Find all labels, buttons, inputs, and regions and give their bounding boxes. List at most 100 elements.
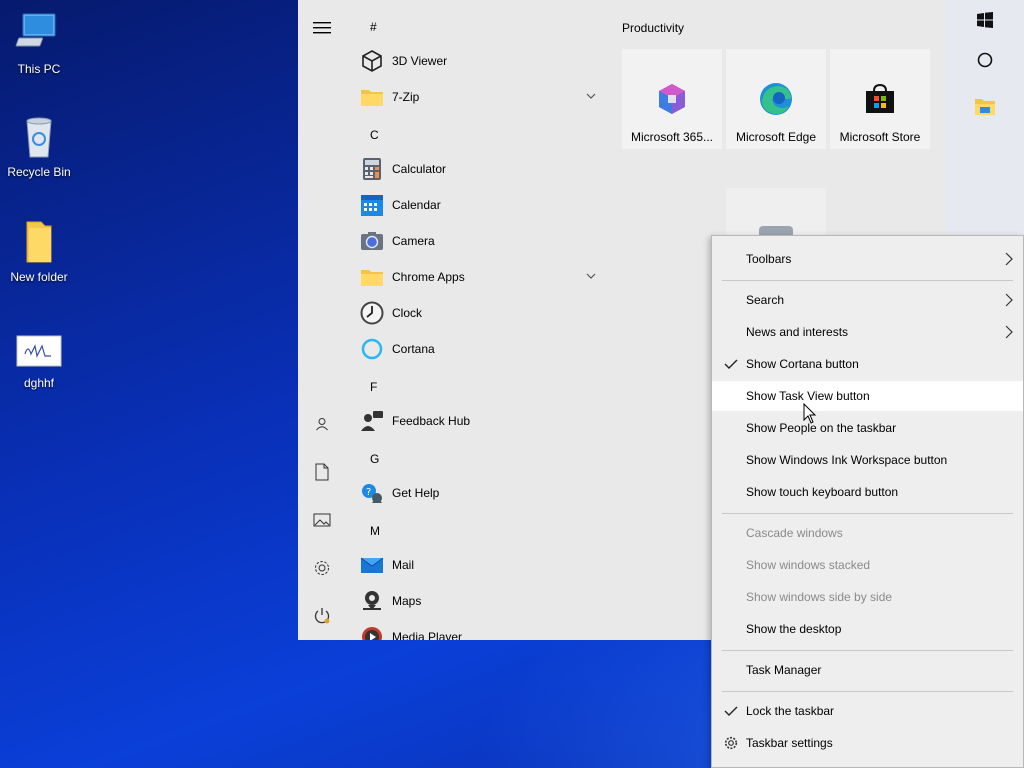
menu-separator	[722, 513, 1013, 514]
app-item-clock[interactable]: Clock	[360, 295, 610, 331]
desktop-icon-label: dghhf	[23, 376, 55, 390]
menu-item-show-task-view-button[interactable]: Show Task View button	[712, 381, 1023, 411]
desktop-icon-label: New folder	[10, 270, 68, 284]
app-item-label: Chrome Apps	[392, 270, 465, 284]
menu-item-search[interactable]: Search	[712, 285, 1023, 315]
tile-group-title[interactable]: Productivity	[622, 21, 684, 35]
app-item-label: Calendar	[392, 198, 441, 212]
app-item-media-player[interactable]: Media Player	[360, 619, 610, 640]
menu-item-label: Show Task View button	[746, 389, 870, 403]
desktop-icon-this-pc[interactable]: This PC	[0, 10, 78, 76]
app-list-letter[interactable]: #	[370, 20, 377, 34]
app-item-label: 7-Zip	[392, 90, 420, 104]
windows-start-icon[interactable]	[970, 5, 1000, 35]
menu-item-news-and-interests[interactable]: News and interests	[712, 317, 1023, 347]
gear-icon	[724, 736, 738, 750]
cortana-icon	[360, 337, 384, 361]
menu-item-label: Show Cortana button	[746, 357, 859, 371]
menu-item-task-manager[interactable]: Task Manager	[712, 655, 1023, 685]
tile-partial[interactable]	[726, 188, 826, 235]
file-explorer-icon[interactable]	[970, 91, 1000, 121]
menu-separator	[722, 280, 1013, 281]
menu-item-label: Show windows stacked	[746, 558, 871, 572]
app-item-mail[interactable]: Mail	[360, 547, 610, 583]
menu-item-label: Show the desktop	[746, 622, 842, 636]
desktop-icon-recycle-bin[interactable]: Recycle Bin	[0, 113, 78, 179]
app-item-get-help[interactable]: ? Get Help	[360, 475, 610, 511]
app-item-label: Cortana	[392, 342, 435, 356]
hamburger-icon[interactable]	[310, 16, 334, 40]
app-list-letter[interactable]: M	[370, 524, 380, 538]
menu-item-cascade-windows[interactable]: Cascade windows	[712, 518, 1023, 548]
start-rail	[298, 0, 346, 640]
camera-icon	[759, 226, 793, 235]
desktop-icon-new-folder[interactable]: New folder	[0, 218, 78, 284]
app-item-calendar[interactable]: Calendar	[360, 187, 610, 223]
camera-icon	[360, 229, 384, 253]
recycle-bin-icon	[15, 113, 63, 161]
app-list-letter[interactable]: F	[370, 380, 377, 394]
mouse-cursor-icon	[803, 402, 817, 425]
menu-item-show-windows-ink[interactable]: Show Windows Ink Workspace button	[712, 445, 1023, 475]
cube-icon	[360, 49, 384, 73]
menu-item-label: Toolbars	[746, 252, 792, 266]
menu-item-toolbars[interactable]: Toolbars	[712, 244, 1023, 274]
chevron-right-icon	[1005, 252, 1013, 266]
calculator-icon	[360, 157, 384, 181]
app-item-calculator[interactable]: Calculator	[360, 151, 610, 187]
menu-item-show-desktop[interactable]: Show the desktop	[712, 614, 1023, 644]
calendar-icon	[360, 193, 384, 217]
help-icon: ?	[360, 481, 384, 505]
menu-item-show-people[interactable]: Show People on the taskbar	[712, 413, 1023, 443]
desktop-icon-dghhf[interactable]: dghhf	[0, 334, 78, 390]
menu-item-windows-stacked[interactable]: Show windows stacked	[712, 550, 1023, 580]
app-item-feedback-hub[interactable]: Feedback Hub	[360, 403, 610, 439]
tile-label: Microsoft 365...	[630, 130, 714, 144]
settings-icon[interactable]	[310, 556, 334, 580]
menu-item-windows-side-by-side[interactable]: Show windows side by side	[712, 582, 1023, 612]
document-icon[interactable]	[310, 460, 334, 484]
app-item-label: Media Player	[392, 630, 463, 640]
power-icon[interactable]	[310, 604, 334, 628]
chevron-down-icon[interactable]	[586, 90, 596, 100]
app-item-chrome-apps[interactable]: Chrome Apps	[360, 259, 610, 295]
app-item-maps[interactable]: Maps	[360, 583, 610, 619]
menu-separator	[722, 691, 1013, 692]
edge-icon	[758, 81, 794, 117]
user-icon[interactable]	[310, 412, 334, 436]
app-list-letter[interactable]: C	[370, 128, 379, 142]
app-list-letter[interactable]: G	[370, 452, 379, 466]
cortana-circle-icon[interactable]	[970, 45, 1000, 75]
app-list: # 3D Viewer 7-Zip C Calculator Calendar …	[346, 0, 611, 640]
menu-item-label: Show Windows Ink Workspace button	[746, 453, 948, 467]
menu-item-label: Taskbar settings	[746, 736, 833, 750]
app-item-label: Mail	[392, 558, 415, 572]
tile-microsoft-store[interactable]: Microsoft Store	[830, 49, 930, 149]
app-item-camera[interactable]: Camera	[360, 223, 610, 259]
feedback-icon	[360, 409, 384, 433]
menu-item-label: Cascade windows	[746, 526, 843, 540]
tile-microsoft-365[interactable]: Microsoft 365...	[622, 49, 722, 149]
menu-item-show-cortana-button[interactable]: Show Cortana button	[712, 349, 1023, 379]
app-item-3d-viewer[interactable]: 3D Viewer	[360, 43, 610, 79]
folder-icon	[360, 265, 384, 289]
chevron-right-icon	[1005, 325, 1013, 339]
app-item-cortana[interactable]: Cortana	[360, 331, 610, 367]
folder-icon	[15, 218, 63, 266]
checkmark-icon	[724, 704, 738, 718]
menu-item-label: Show windows side by side	[746, 590, 893, 604]
app-item-7-zip[interactable]: 7-Zip	[360, 79, 610, 115]
pictures-icon[interactable]	[310, 508, 334, 532]
image-file-icon	[15, 334, 63, 368]
menu-item-taskbar-settings[interactable]: Taskbar settings	[712, 728, 1023, 758]
chevron-down-icon[interactable]	[586, 270, 596, 280]
tile-microsoft-edge[interactable]: Microsoft Edge	[726, 49, 826, 149]
tile-label: Microsoft Store	[839, 130, 921, 144]
mail-icon	[360, 553, 384, 577]
menu-separator	[722, 650, 1013, 651]
menu-item-show-touch-keyboard[interactable]: Show touch keyboard button	[712, 477, 1023, 507]
desktop-icon-label: Recycle Bin	[7, 165, 71, 179]
menu-item-lock-taskbar[interactable]: Lock the taskbar	[712, 696, 1023, 726]
microsoft-365-icon	[654, 81, 690, 117]
maps-icon	[360, 589, 384, 613]
